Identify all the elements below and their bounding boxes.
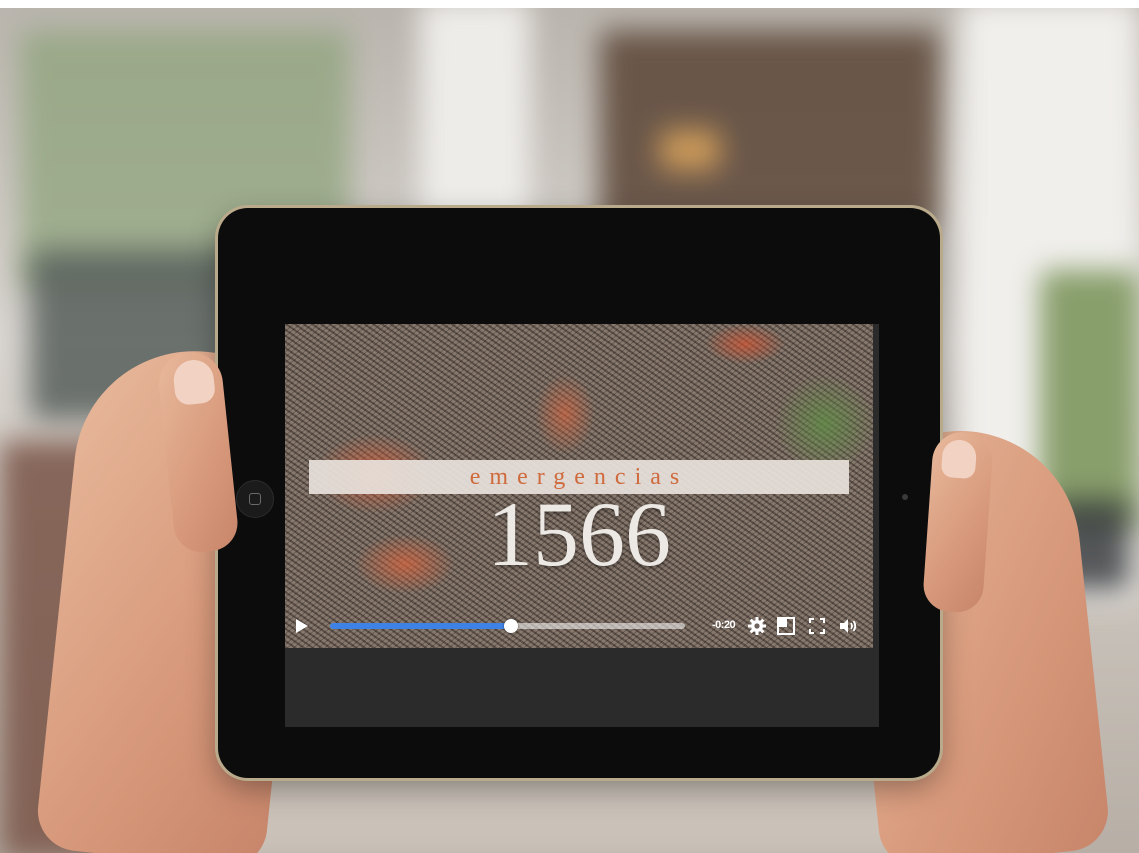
fullscreen-icon[interactable]: [807, 616, 827, 636]
background-doorway: [600, 30, 940, 230]
photo-scene: emergencias 1566 -0:20: [0, 0, 1139, 853]
video-title-number: 1566: [487, 483, 671, 585]
right-thumbnail: [940, 438, 978, 480]
progress-bar[interactable]: [330, 619, 685, 633]
video-player[interactable]: emergencias 1566 -0:20: [285, 324, 873, 648]
tablet-camera: [902, 494, 908, 500]
play-icon[interactable]: [295, 618, 309, 634]
volume-icon[interactable]: [838, 616, 858, 636]
top-border: [0, 0, 1139, 8]
popout-icon[interactable]: [776, 616, 796, 636]
tablet-screen: emergencias 1566 -0:20: [285, 324, 879, 727]
tablet-home-button[interactable]: [236, 480, 274, 518]
settings-icon[interactable]: [747, 616, 767, 636]
video-controls: -0:20: [285, 610, 873, 642]
progress-fill: [330, 623, 512, 629]
home-square-icon: [249, 493, 261, 505]
time-remaining: -0:20: [712, 619, 736, 631]
progress-scrubber[interactable]: [504, 619, 519, 633]
background-lamp: [660, 130, 720, 170]
